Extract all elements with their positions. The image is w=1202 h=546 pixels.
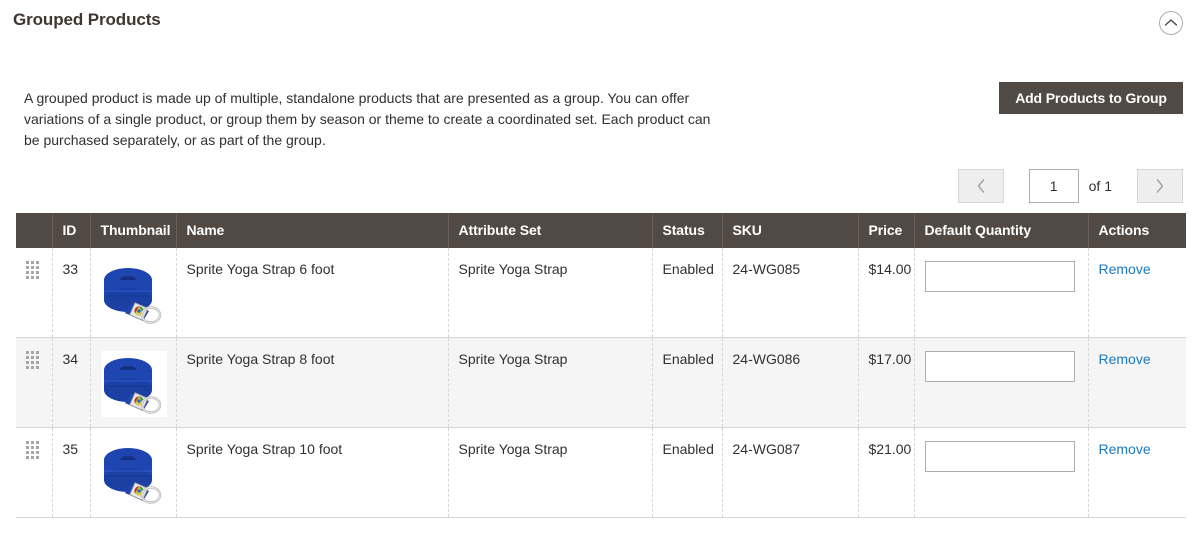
cell-id: 35 xyxy=(52,427,91,518)
cell-thumbnail xyxy=(90,427,177,518)
cell-sku: 24-WG087 xyxy=(722,427,859,518)
row-drag-cell[interactable] xyxy=(16,337,53,428)
chevron-left-icon xyxy=(976,178,986,194)
table-header-row: ID Thumbnail Name Attribute Set Status S… xyxy=(16,213,1186,248)
column-header-attribute-set: Attribute Set xyxy=(448,213,653,248)
table-row: 33 Sprite Yoga Strap 6 foot Sprite Yoga … xyxy=(16,248,1186,338)
chevron-right-icon xyxy=(1155,178,1165,194)
page-total-label: of 1 xyxy=(1088,178,1112,194)
cell-price: $17.00 xyxy=(858,337,915,428)
grouped-products-table: ID Thumbnail Name Attribute Set Status S… xyxy=(16,213,1186,518)
cell-default-quantity xyxy=(914,427,1089,518)
current-page-input[interactable] xyxy=(1028,169,1079,203)
default-quantity-input[interactable] xyxy=(924,261,1075,292)
cell-status: Enabled xyxy=(652,337,723,428)
column-header-price: Price xyxy=(858,213,915,248)
column-header-handle xyxy=(16,213,53,248)
cell-attribute-set: Sprite Yoga Strap xyxy=(448,248,653,338)
column-header-thumbnail: Thumbnail xyxy=(90,213,177,248)
section-header: Grouped Products xyxy=(0,0,1202,46)
grouped-products-grid: ID Thumbnail Name Attribute Set Status S… xyxy=(16,213,1186,518)
cell-sku: 24-WG085 xyxy=(722,248,859,338)
column-header-status: Status xyxy=(652,213,723,248)
row-drag-cell[interactable] xyxy=(16,427,53,518)
cell-attribute-set: Sprite Yoga Strap xyxy=(448,337,653,428)
cell-status: Enabled xyxy=(652,427,723,518)
drag-handle-icon[interactable] xyxy=(26,351,39,369)
remove-product-link[interactable]: Remove xyxy=(1099,351,1151,367)
column-header-actions: Actions xyxy=(1088,213,1186,248)
remove-product-link[interactable]: Remove xyxy=(1099,261,1151,277)
cell-sku: 24-WG086 xyxy=(722,337,859,428)
default-quantity-input[interactable] xyxy=(924,351,1075,382)
add-products-to-group-button[interactable]: Add Products to Group xyxy=(999,82,1183,114)
remove-product-link[interactable]: Remove xyxy=(1099,441,1151,457)
cell-id: 34 xyxy=(52,337,91,428)
blue-yoga-strap-thumbnail xyxy=(100,441,167,507)
page-title: Grouped Products xyxy=(13,10,161,29)
cell-actions: Remove xyxy=(1088,427,1186,518)
column-header-default-quantity: Default Quantity xyxy=(914,213,1089,248)
section-description: A grouped product is made up of multiple… xyxy=(24,90,711,148)
default-quantity-input[interactable] xyxy=(924,441,1075,472)
cell-name: Sprite Yoga Strap 10 foot xyxy=(176,427,449,518)
blue-yoga-strap-thumbnail xyxy=(100,261,167,327)
column-header-name: Name xyxy=(176,213,449,248)
cell-price: $14.00 xyxy=(858,248,915,338)
column-header-id: ID xyxy=(52,213,91,248)
cell-price: $21.00 xyxy=(858,427,915,518)
table-body: 33 Sprite Yoga Strap 6 foot Sprite Yoga … xyxy=(16,248,1186,518)
cell-thumbnail xyxy=(90,337,177,428)
cell-status: Enabled xyxy=(652,248,723,338)
table-row: 35 Sprite Yoga Strap 10 foot Sprite Yoga… xyxy=(16,427,1186,518)
cell-thumbnail xyxy=(90,248,177,338)
cell-actions: Remove xyxy=(1088,248,1186,338)
next-page-button[interactable] xyxy=(1137,169,1183,203)
previous-page-button[interactable] xyxy=(957,169,1004,203)
blue-yoga-strap-thumbnail xyxy=(100,351,167,417)
table-header: ID Thumbnail Name Attribute Set Status S… xyxy=(16,213,1186,248)
table-row: 34 Sprite Yoga Strap 8 foot Sprite Yoga … xyxy=(16,337,1186,428)
cell-default-quantity xyxy=(914,248,1089,338)
collapse-section-toggle[interactable] xyxy=(1159,11,1183,35)
cell-name: Sprite Yoga Strap 6 foot xyxy=(176,248,449,338)
column-header-sku: SKU xyxy=(722,213,859,248)
cell-default-quantity xyxy=(914,337,1089,428)
cell-actions: Remove xyxy=(1088,337,1186,428)
drag-handle-icon[interactable] xyxy=(26,261,39,279)
cell-attribute-set: Sprite Yoga Strap xyxy=(448,427,653,518)
cell-id: 33 xyxy=(52,248,91,338)
drag-handle-icon[interactable] xyxy=(26,441,39,459)
cell-name: Sprite Yoga Strap 8 foot xyxy=(176,337,449,428)
pagination-controls: of 1 xyxy=(957,168,1183,204)
row-drag-cell[interactable] xyxy=(16,248,53,338)
